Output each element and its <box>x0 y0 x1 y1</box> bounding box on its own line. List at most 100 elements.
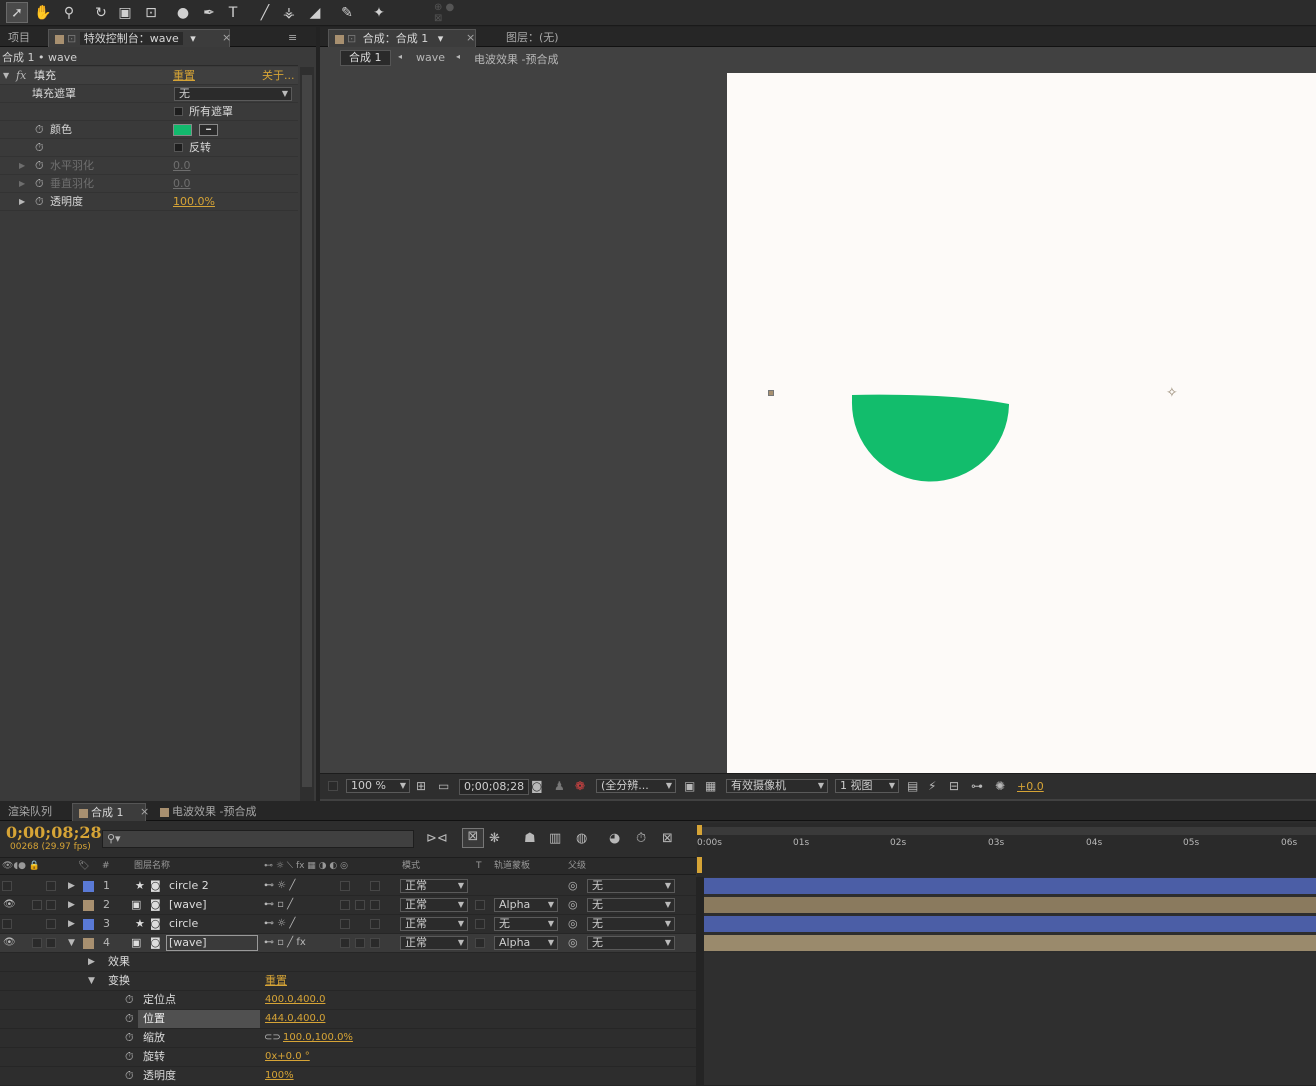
lock-switch[interactable] <box>46 919 56 929</box>
eyedropper-icon[interactable]: ━ <box>199 124 218 136</box>
lock-switch[interactable] <box>46 881 56 891</box>
parent-dropdown[interactable]: 无 <box>587 898 675 912</box>
roto-brush-tool-icon[interactable]: ✎ <box>336 2 358 23</box>
frame-blending-icon[interactable]: ▥ <box>549 831 561 846</box>
exposure-icon[interactable]: ✺ <box>995 779 1005 793</box>
selection-tool-icon[interactable]: ➚ <box>6 2 28 23</box>
fx-icon[interactable]: fx <box>16 67 26 84</box>
layer-switches[interactable]: ⊷ ☼ ╱ <box>264 915 295 933</box>
timeline-icon[interactable]: ⊟ <box>949 779 959 793</box>
stopwatch-icon[interactable]: ⏱ <box>35 121 44 138</box>
puppet-tool-icon[interactable]: ✦ <box>368 2 390 23</box>
video-switch[interactable] <box>2 919 12 929</box>
scale-value[interactable]: 100.0,100.0% <box>283 1029 353 1047</box>
all-masks-checkbox[interactable] <box>174 107 183 116</box>
track-matte-dropdown[interactable]: 无 <box>494 917 558 931</box>
collapse-triangle-icon[interactable]: ▼ <box>88 972 95 990</box>
lock-switch[interactable] <box>46 900 56 910</box>
label-color[interactable] <box>83 919 94 930</box>
anchor-point-icon[interactable]: ✧ <box>1166 385 1178 401</box>
expand-triangle-icon[interactable]: ▶ <box>68 915 75 933</box>
eye-icon[interactable]: 👁 <box>3 896 16 914</box>
layer-bar-3[interactable] <box>704 916 1316 932</box>
stopwatch-icon[interactable]: ⏱ <box>35 139 44 156</box>
layer-row-4[interactable]: 👁 ▼ 4 ▣ ◙ [wave] ⊷ ▫ ╱ fx 正常 Alpha ◎ 无 <box>0 934 696 953</box>
flowchart-icon[interactable]: ⊶ <box>971 779 983 793</box>
views-dropdown[interactable]: 1 视图 <box>835 779 899 793</box>
track-matte-dropdown[interactable]: Alpha <box>494 898 558 912</box>
preserve-transparency-box[interactable] <box>475 938 485 948</box>
switch-box[interactable] <box>370 881 380 891</box>
expand-triangle-icon[interactable]: ▶ <box>19 157 25 174</box>
channel-icon[interactable]: ❁ <box>575 779 585 793</box>
parent-pickwhip-icon[interactable]: ◎ <box>568 896 578 914</box>
exposure-value[interactable]: +0.0 <box>1017 780 1044 793</box>
layer-bar-2[interactable] <box>704 897 1316 913</box>
work-area-start-handle[interactable] <box>697 825 702 835</box>
brush-tool-icon[interactable]: ╱ <box>254 2 276 23</box>
scrollbar-thumb[interactable] <box>302 75 312 787</box>
graph-editor-icon[interactable]: ⊠ <box>662 831 673 846</box>
layer-switches[interactable]: ⊷ ▫ ╱ fx <box>264 934 306 952</box>
layer-bar-4[interactable] <box>704 935 1316 951</box>
label-color[interactable] <box>83 881 94 892</box>
axis-mode-icon[interactable]: ⊕ ● ⊠ <box>434 2 456 24</box>
layer-row-2[interactable]: 👁 ▶ 2 ▣ ◙ [wave] ⊷ ▫ ╱ 正常 Alpha ◎ 无 <box>0 896 696 915</box>
switch-box[interactable] <box>340 881 350 891</box>
property-track-area[interactable] <box>704 953 1316 1085</box>
tab-effect-controls[interactable]: ⊡ 特效控制台：wave ▾ <box>48 29 230 47</box>
motion-blur-icon[interactable]: ◍ <box>576 831 587 846</box>
track-matte-dropdown[interactable]: Alpha <box>494 936 558 950</box>
pan-behind-tool-icon[interactable]: ⊡ <box>140 2 162 23</box>
safe-margins-icon[interactable]: ⊞ <box>416 779 426 793</box>
constrain-proportions-icon[interactable]: ⊂⊃ <box>264 1029 281 1047</box>
parent-pickwhip-icon[interactable]: ◎ <box>568 877 578 895</box>
always-preview-icon[interactable] <box>328 781 338 791</box>
switch-box[interactable] <box>340 938 350 948</box>
snapshot-icon[interactable]: ◙ <box>531 779 543 793</box>
stopwatch-icon[interactable]: ⏱ <box>636 831 646 846</box>
live-update-icon[interactable]: ⊠ <box>462 828 484 848</box>
eraser-tool-icon[interactable]: ◢ <box>304 2 326 23</box>
mode-dropdown[interactable]: 正常 <box>400 898 468 912</box>
parent-dropdown[interactable]: 无 <box>587 936 675 950</box>
crumb-comp[interactable]: 合成 1 <box>340 50 391 66</box>
stopwatch-icon[interactable]: ⏱ <box>125 1048 134 1066</box>
opacity-prop-row[interactable]: ⏱ 透明度 100% <box>0 1067 696 1086</box>
switch-box[interactable] <box>370 919 380 929</box>
wave-shape[interactable] <box>847 391 1011 483</box>
timecode-display[interactable]: 0;00;08;28 <box>459 779 530 795</box>
switch-box[interactable] <box>370 900 380 910</box>
scale-row[interactable]: ⏱ 缩放 ⊂⊃ 100.0,100.0% <box>0 1029 696 1048</box>
expand-triangle-icon[interactable]: ▶ <box>68 877 75 895</box>
panel-menu-icon[interactable]: ≡ <box>282 29 303 47</box>
label-color[interactable] <box>83 938 94 949</box>
effects-group-row[interactable]: ▶ 效果 <box>0 953 696 972</box>
time-ruler[interactable]: 0:00s 01s 02s 03s 04s 05s 06s <box>697 823 1316 877</box>
mode-dropdown[interactable]: 正常 <box>400 879 468 893</box>
stopwatch-icon[interactable]: ⏱ <box>125 1067 134 1085</box>
work-area-bar[interactable] <box>697 827 1316 835</box>
layer-name[interactable]: circle 2 <box>169 877 209 895</box>
transparency-grid-icon[interactable]: ▦ <box>705 779 716 793</box>
preserve-transparency-box[interactable] <box>475 900 485 910</box>
switch-box[interactable] <box>355 938 365 948</box>
layer-name[interactable]: [wave] <box>169 896 207 914</box>
close-icon[interactable]: × <box>216 29 237 47</box>
fill-mask-dropdown[interactable]: 无 <box>174 87 292 101</box>
dropdown-icon[interactable]: ▾ <box>190 32 196 45</box>
stopwatch-icon[interactable]: ⏱ <box>125 991 134 1009</box>
eye-icon[interactable]: 👁 <box>3 934 16 952</box>
solo-switch[interactable] <box>32 900 42 910</box>
lock-switch[interactable] <box>46 938 56 948</box>
layer-switches[interactable]: ⊷ ▫ ╱ <box>264 896 293 914</box>
layer-bar-1[interactable] <box>704 878 1316 894</box>
zoom-dropdown[interactable]: 100 % <box>346 779 410 793</box>
crumb-wave[interactable]: wave <box>416 51 445 64</box>
resolution-dropdown[interactable]: (全分辨... <box>596 779 676 793</box>
tab-project[interactable]: 项目 <box>2 29 36 47</box>
mask-visibility-icon[interactable]: ▭ <box>438 779 449 793</box>
playhead[interactable] <box>697 857 702 873</box>
anchor-point-row[interactable]: ⏱ 定位点 400.0,400.0 <box>0 991 696 1010</box>
opacity-prop-value[interactable]: 100% <box>265 1067 294 1085</box>
